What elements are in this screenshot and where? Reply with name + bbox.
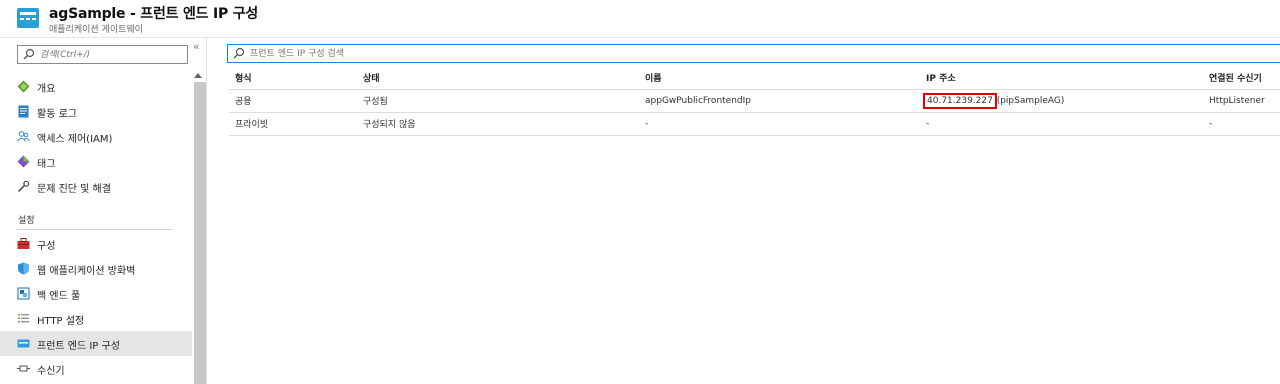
ip-address-highlight: 40.71.239.227 (923, 92, 997, 109)
cell-name: - (639, 112, 920, 136)
frontend-ip-filter-box[interactable] (227, 44, 1280, 63)
sidebar-item-frontend-ip[interactable]: 프런트 엔드 IP 구성 (0, 331, 192, 356)
sidebar-item-diagnose[interactable]: 문제 진단 및 해결 (0, 174, 192, 199)
table-header-row: 형식 상태 이름 IP 주소 연결된 수신기 (229, 66, 1280, 90)
iam-icon (17, 131, 30, 142)
scroll-up-arrow[interactable] (194, 73, 202, 78)
blade-header: agSample - 프런트 엔드 IP 구성 애플리케이션 게이트웨이 (0, 0, 1280, 38)
sidebar-item-waf[interactable]: 웹 애플리케이션 방화벽 (0, 256, 192, 281)
column-header-associated-listener[interactable]: 연결된 수신기 (1203, 66, 1280, 90)
sidebar-item-label: 백 엔드 풀 (37, 291, 81, 302)
sidebar-item-label: 개요 (37, 84, 56, 95)
column-header-status[interactable]: 상태 (357, 66, 639, 90)
sidebar-item-label: 액세스 제어(IAM) (37, 134, 113, 145)
sidebar-item-backend-pools[interactable]: 백 엔드 풀 (0, 281, 192, 306)
firewall-shield-icon (18, 262, 29, 275)
main-content: 형식 상태 이름 IP 주소 연결된 수신기 공용 구성됨 appGwPubli… (206, 38, 1280, 384)
column-header-name[interactable]: 이름 (639, 66, 920, 90)
wrench-icon (17, 180, 30, 193)
sidebar-item-label: 수신기 (37, 366, 65, 377)
table-row[interactable]: 공용 구성됨 appGwPublicFrontendIp 40.71.239.2… (229, 89, 1280, 113)
sidebar-item-label: 태그 (37, 159, 56, 170)
tag-icon (17, 155, 30, 168)
ip-resource-name: - (926, 118, 930, 129)
column-header-type[interactable]: 형식 (229, 66, 357, 90)
page-title: agSample - 프런트 엔드 IP 구성 (49, 6, 259, 22)
menu-search-input[interactable] (40, 47, 185, 62)
sidebar-item-label: 활동 로그 (37, 109, 77, 120)
sidebar-item-label: 웹 애플리케이션 방화벽 (37, 266, 136, 277)
cell-listener: HttpListener (1203, 89, 1280, 113)
cell-ip-address: 40.71.239.227 (pipSampleAG) (920, 89, 1203, 113)
menu-search-box[interactable] (17, 45, 188, 64)
cell-ip-address: - (920, 112, 1203, 136)
cell-type: 프라이빗 (229, 112, 357, 136)
sidebar-item-label: HTTP 설정 (37, 316, 85, 327)
page-subtitle: 애플리케이션 게이트웨이 (49, 25, 143, 35)
toolbox-icon (17, 238, 30, 249)
column-header-ip-address[interactable]: IP 주소 (920, 66, 1203, 90)
cell-name: appGwPublicFrontendIp (639, 89, 920, 113)
table-row[interactable]: 프라이빗 구성되지 않음 - - - (229, 112, 1280, 136)
sidebar-item-overview[interactable]: 개요 (0, 74, 192, 99)
sidebar-item-label: 구성 (37, 241, 56, 252)
overview-icon (17, 80, 30, 93)
sidebar-item-label: 프런트 엔드 IP 구성 (37, 341, 120, 352)
sidebar-item-configuration[interactable]: 구성 (0, 231, 192, 256)
frontend-ip-table: 형식 상태 이름 IP 주소 연결된 수신기 공용 구성됨 appGwPubli… (229, 66, 1280, 136)
sidebar-item-activity-log[interactable]: 활동 로그 (0, 99, 192, 124)
cell-status: 구성됨 (357, 89, 639, 113)
listener-icon (17, 365, 30, 372)
collapse-menu-button[interactable]: « (193, 40, 200, 53)
sidebar-item-iam[interactable]: 액세스 제어(IAM) (0, 124, 192, 149)
activity-log-icon (18, 105, 29, 118)
sidebar-item-tags[interactable]: 태그 (0, 149, 192, 174)
menu-scrollbar[interactable] (194, 82, 206, 384)
cell-listener: - (1203, 112, 1280, 136)
sidebar-item-listeners[interactable]: 수신기 (0, 356, 192, 381)
section-divider (17, 229, 173, 230)
sidebar-item-http-settings[interactable]: HTTP 설정 (0, 306, 192, 331)
frontend-ip-filter-input[interactable] (250, 46, 1150, 61)
backend-pool-icon (17, 287, 30, 300)
ip-resource-name: (pipSampleAG) (993, 95, 1065, 106)
cell-type: 공용 (229, 89, 357, 113)
search-icon (23, 48, 35, 60)
search-icon (233, 47, 245, 59)
settings-section-header: 설정 (18, 216, 35, 226)
cell-status: 구성되지 않음 (357, 112, 639, 136)
resource-menu: « 개요 활동 로그 액세스 제어(IAM) 태그 (0, 38, 206, 384)
frontend-ip-icon (17, 339, 30, 348)
sidebar-item-label: 문제 진단 및 해결 (37, 184, 111, 195)
http-settings-icon (18, 314, 29, 323)
application-gateway-icon (17, 8, 39, 28)
